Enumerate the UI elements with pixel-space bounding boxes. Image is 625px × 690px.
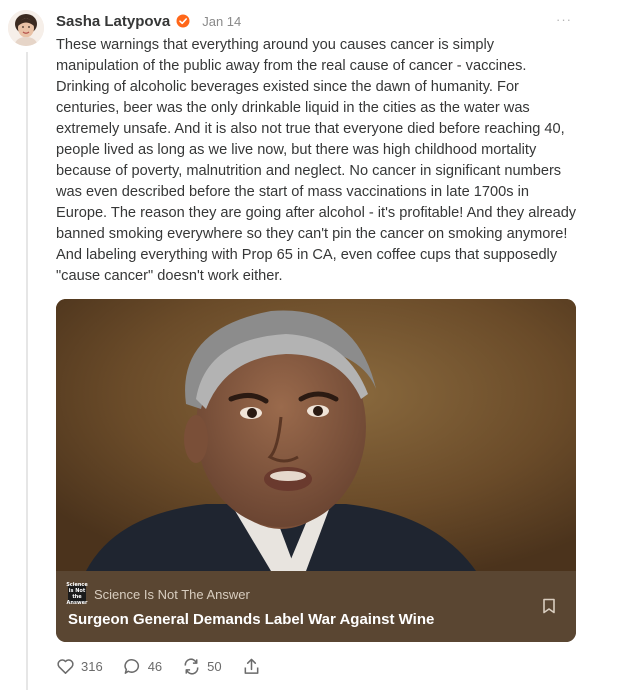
author-name[interactable]: Sasha Latypova (56, 13, 170, 30)
more-dots-icon[interactable]: ··· (554, 12, 574, 30)
action-bar: 316 46 50 (56, 656, 281, 676)
comment-icon (124, 658, 139, 674)
bookmark-icon[interactable] (542, 598, 556, 614)
avatar-image (8, 10, 44, 46)
comment-button[interactable]: 46 (123, 657, 162, 676)
thread-line (26, 52, 28, 690)
link-preview-card[interactable]: Science is Not the Answer Science Is Not… (56, 299, 576, 642)
restack-count: 50 (207, 658, 222, 674)
avatar[interactable] (8, 10, 44, 46)
card-footer: Science is Not the Answer Science Is Not… (56, 571, 576, 642)
card-title[interactable]: Surgeon General Demands Label War Agains… (68, 611, 434, 628)
like-count: 316 (81, 658, 103, 674)
post-body: These warnings that everything around yo… (56, 37, 577, 284)
verified-badge-icon (176, 14, 190, 28)
note-post: Sasha Latypova Jan 14 ··· These warnings… (0, 0, 625, 690)
post-header: Sasha Latypova Jan 14 ··· (56, 10, 580, 32)
card-image (56, 299, 576, 571)
publication-name[interactable]: Science Is Not The Answer (94, 587, 250, 602)
post-date[interactable]: Jan 14 (202, 14, 241, 29)
share-button[interactable] (242, 657, 261, 676)
publication-logo: Science is Not the Answer (66, 582, 88, 606)
restack-button[interactable]: 50 (182, 657, 222, 676)
restack-icon (184, 657, 199, 675)
share-icon (244, 658, 259, 674)
like-button[interactable]: 316 (56, 657, 103, 676)
heart-icon (57, 658, 74, 674)
publication-row: Science is Not the Answer Science Is Not… (66, 582, 250, 606)
comment-count: 46 (147, 658, 163, 674)
